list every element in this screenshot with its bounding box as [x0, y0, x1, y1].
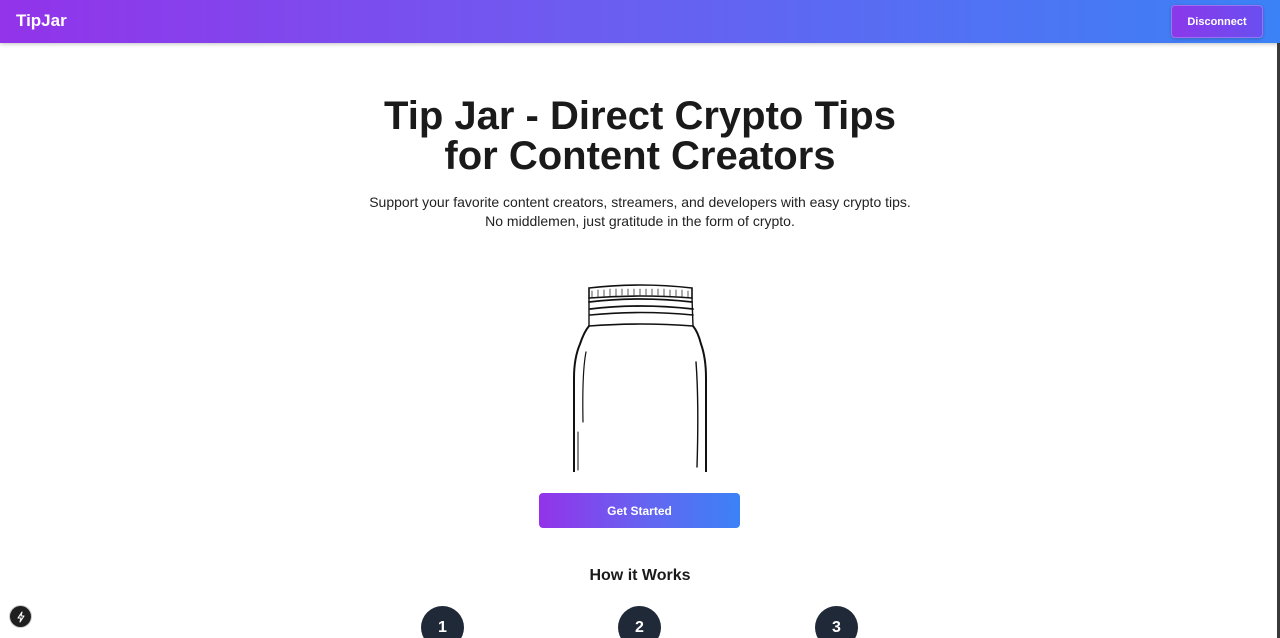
mason-jar-illustration [568, 282, 712, 473]
step-number-1: 1 [421, 606, 464, 638]
dev-indicator-button[interactable] [10, 606, 31, 627]
top-navbar: TipJar Disconnect [0, 0, 1280, 43]
page-title-line-2: for Content Creators [444, 134, 836, 178]
disconnect-button[interactable]: Disconnect [1171, 5, 1263, 38]
how-it-works-heading: How it Works [589, 567, 691, 584]
brand-logo[interactable]: TipJar [16, 11, 67, 31]
step-number-2: 2 [618, 606, 661, 638]
step-number-3: 3 [815, 606, 858, 638]
hero-subtitle: Support your favorite content creators, … [369, 194, 911, 229]
get-started-button[interactable]: Get Started [539, 493, 740, 528]
lightning-icon [16, 610, 25, 623]
page-title: Tip Jar - Direct Crypto Tips for Content… [340, 96, 940, 176]
page-title-line-1: Tip Jar - Direct Crypto Tips [384, 94, 896, 138]
